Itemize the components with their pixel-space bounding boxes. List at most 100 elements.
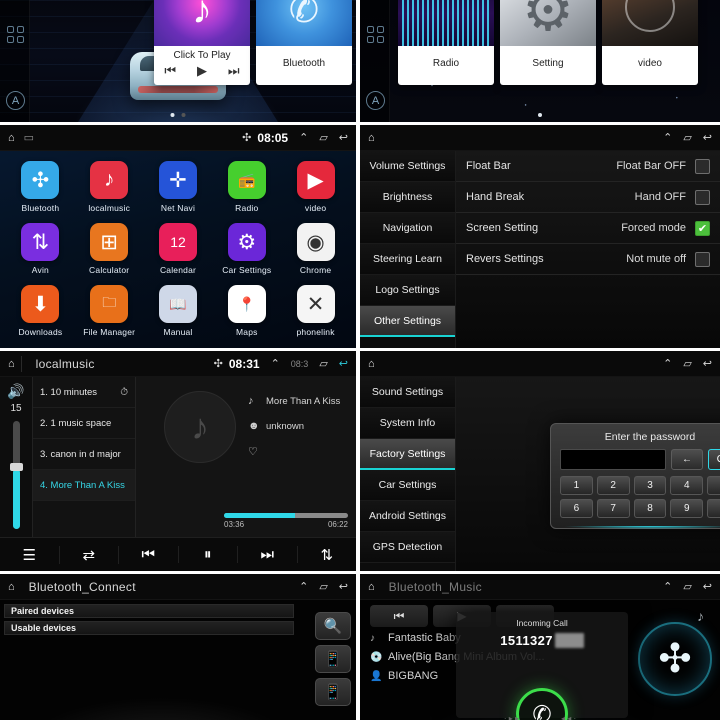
- sidebar-item-navigation[interactable]: Navigation: [360, 213, 455, 244]
- sidebar-item-factory-settings[interactable]: Factory Settings: [360, 439, 455, 470]
- pause-icon[interactable]: ⏸: [179, 546, 238, 563]
- next-icon[interactable]: ⏭: [238, 546, 298, 563]
- app-item[interactable]: 🗀 File Manager: [75, 285, 144, 337]
- sidebar-item-brightness[interactable]: Brightness: [360, 182, 455, 213]
- play-icon[interactable]: ▶: [197, 63, 207, 79]
- recents-icon[interactable]: ▱: [319, 580, 327, 593]
- settings-row[interactable]: Screen Setting Forced mode ✔: [456, 213, 720, 244]
- previous-icon[interactable]: ⏮: [370, 605, 428, 627]
- sidebar-item-gps-detection[interactable]: GPS Detection: [360, 532, 455, 563]
- heart-icon[interactable]: ♡: [248, 445, 260, 458]
- app-item[interactable]: ◉ Chrome: [281, 223, 350, 275]
- settings-row-checkbox[interactable]: [695, 251, 710, 267]
- app-item[interactable]: 📍 Maps: [212, 285, 281, 337]
- playlist-icon[interactable]: ☰: [0, 545, 60, 564]
- track-list-item[interactable]: 3. canon in d major: [33, 439, 135, 470]
- recents-icon[interactable]: ▱: [683, 357, 691, 370]
- settings-row-checkbox[interactable]: ✔: [695, 220, 710, 236]
- previous-icon[interactable]: ⏮: [164, 63, 176, 79]
- app-item[interactable]: ✕ phonelink: [281, 285, 350, 337]
- equalizer-icon[interactable]: ⇅: [298, 546, 357, 564]
- device-section-header[interactable]: Paired devices: [4, 604, 294, 618]
- search-icon[interactable]: 🔍: [315, 612, 351, 640]
- back-icon[interactable]: ↩: [703, 131, 712, 144]
- recents-icon[interactable]: ▱: [319, 357, 327, 370]
- track-list-item[interactable]: 2. 1 music space: [33, 408, 135, 439]
- settings-row-checkbox[interactable]: [695, 189, 710, 205]
- app-item[interactable]: ⇅ Avin: [6, 223, 75, 275]
- back-icon[interactable]: ↩: [339, 131, 348, 144]
- previous-icon[interactable]: ⏮: [119, 546, 179, 563]
- app-item[interactable]: ♪ localmusic: [75, 161, 144, 213]
- page-dot[interactable]: [538, 113, 542, 117]
- app-item[interactable]: ▶ video: [281, 161, 350, 213]
- back-icon[interactable]: ↩: [703, 357, 712, 370]
- seek-bar[interactable]: [224, 513, 348, 518]
- track-list-item[interactable]: 4. More Than A Kiss: [33, 470, 135, 501]
- sidebar-item-system-info[interactable]: System Info: [360, 408, 455, 439]
- sidebar-item-car-settings[interactable]: Car Settings: [360, 470, 455, 501]
- settings-row[interactable]: Float Bar Float Bar OFF: [456, 151, 720, 182]
- collapse-icon[interactable]: ⌃: [299, 580, 308, 593]
- sidebar-item-steering-learn[interactable]: Steering Learn: [360, 244, 455, 275]
- app-item[interactable]: ✛ Net Navi: [144, 161, 213, 213]
- keypad-key-8[interactable]: 8: [633, 499, 667, 518]
- device-scan-icon[interactable]: 📱: [315, 645, 351, 673]
- volume-slider[interactable]: [9, 421, 23, 529]
- app-item[interactable]: 12 Calendar: [144, 223, 213, 275]
- app-item[interactable]: ⬇ Downloads: [6, 285, 75, 337]
- device-section-header[interactable]: Usable devices: [4, 621, 294, 635]
- collapse-icon[interactable]: ⌃: [663, 580, 672, 593]
- home-icon[interactable]: ⌂: [368, 358, 375, 370]
- device-pair-icon[interactable]: 📱: [315, 678, 351, 706]
- page-dot[interactable]: [170, 113, 175, 117]
- home-icon[interactable]: ⌂: [8, 358, 15, 370]
- keypad-key-1[interactable]: 1: [560, 476, 593, 495]
- volume-knob[interactable]: [9, 462, 23, 471]
- keypad-key-2[interactable]: 2: [596, 476, 630, 495]
- app-item[interactable]: 📖 Manual: [144, 285, 213, 337]
- recent-icon[interactable]: ⏱: [120, 387, 128, 398]
- menu-icon[interactable]: ▭: [24, 131, 34, 144]
- keypad-key-5[interactable]: 5: [707, 476, 720, 495]
- sidebar-item-logo-settings[interactable]: Logo Settings: [360, 275, 455, 306]
- keypad-key-3[interactable]: 3: [633, 476, 667, 495]
- recents-icon[interactable]: ▱: [683, 131, 691, 144]
- settings-row-checkbox[interactable]: [695, 158, 710, 174]
- keypad-key-0[interactable]: 0: [707, 499, 720, 518]
- sidebar-item-other-settings[interactable]: Other Settings: [360, 306, 455, 337]
- app-item[interactable]: ⊞ Calculator: [75, 223, 144, 275]
- home-card-video[interactable]: video: [602, 0, 698, 85]
- ok-button[interactable]: OK: [708, 449, 720, 470]
- volume-control[interactable]: 🔊 15: [0, 377, 32, 537]
- app-item[interactable]: 📻 Radio: [212, 161, 281, 213]
- sidebar-item-sound-settings[interactable]: Sound Settings: [360, 377, 455, 408]
- home-icon[interactable]: ⌂: [368, 132, 375, 144]
- keypad-key-7[interactable]: 7: [596, 499, 630, 518]
- collapse-icon[interactable]: ⌃: [663, 131, 672, 144]
- recents-icon[interactable]: ▱: [683, 580, 691, 593]
- home-card-bluetooth[interactable]: Bluetooth: [256, 0, 352, 85]
- next-icon[interactable]: ⏭: [228, 63, 240, 79]
- app-item[interactable]: ✣ Bluetooth: [6, 161, 75, 213]
- home-icon[interactable]: ⌂: [8, 581, 15, 593]
- home-card-radio[interactable]: Radio: [398, 0, 494, 85]
- home-icon[interactable]: ⌂: [368, 581, 375, 593]
- collapse-icon[interactable]: ⌃: [271, 357, 280, 370]
- password-input[interactable]: [560, 449, 666, 470]
- back-icon[interactable]: ↩: [339, 580, 348, 593]
- sidebar-item-android-settings[interactable]: Android Settings: [360, 501, 455, 532]
- sidebar-item-volume-settings[interactable]: Volume Settings: [360, 151, 455, 182]
- back-icon[interactable]: ↩: [703, 580, 712, 593]
- track-list-item[interactable]: 1. 10 minutes ⏱: [33, 377, 135, 408]
- recents-icon[interactable]: ▱: [319, 131, 327, 144]
- settings-row[interactable]: Revers Settings Not mute off: [456, 244, 720, 275]
- keypad-key-6[interactable]: 6: [560, 499, 593, 518]
- brand-logo-icon[interactable]: A: [366, 91, 385, 110]
- settings-row[interactable]: Hand Break Hand OFF: [456, 182, 720, 213]
- backspace-button[interactable]: ←: [671, 449, 703, 470]
- apps-grid-icon[interactable]: [367, 26, 384, 43]
- keypad-key-9[interactable]: 9: [670, 499, 704, 518]
- app-item[interactable]: ⚙ Car Settings: [212, 223, 281, 275]
- page-dot[interactable]: [181, 113, 186, 117]
